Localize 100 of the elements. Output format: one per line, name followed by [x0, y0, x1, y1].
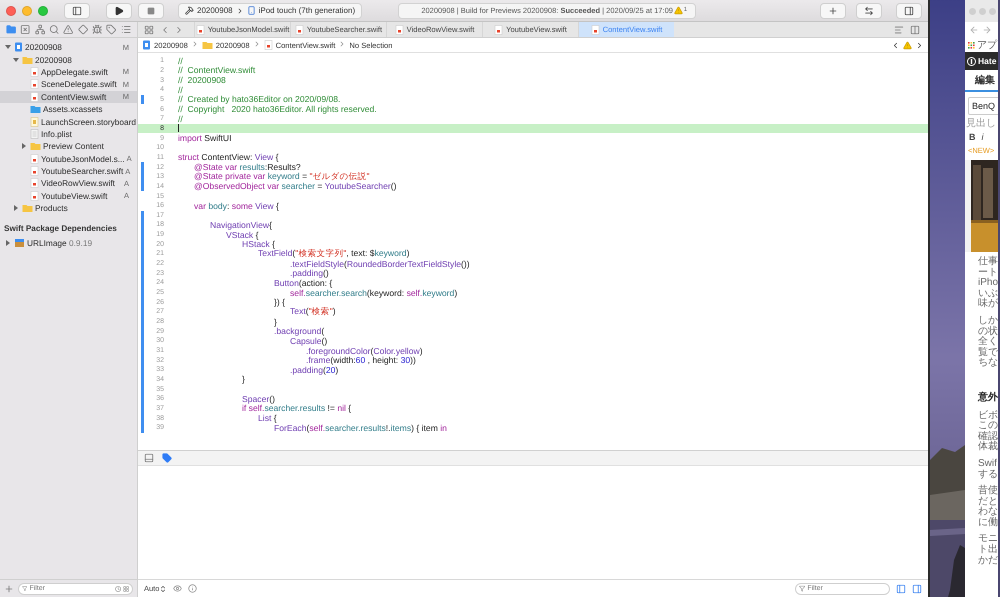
code-line: Button(action: {: [273, 278, 332, 288]
format-button[interactable]: i: [982, 132, 984, 142]
left-panel-icon[interactable]: [896, 584, 906, 594]
bug-icon[interactable]: [92, 24, 102, 35]
title-field[interactable]: BenQ: [968, 97, 998, 115]
paragraph-line: かだ: [978, 556, 998, 566]
code-line: .padding(): [289, 268, 329, 278]
code-line: .padding(20): [289, 364, 338, 375]
plus-icon: [828, 6, 838, 16]
forward-icon[interactable]: [982, 25, 992, 35]
back-icon[interactable]: [969, 25, 979, 35]
folder-icon[interactable]: [6, 24, 16, 35]
hammer-icon: [185, 6, 194, 15]
swift-file-icon: [30, 92, 39, 102]
paragraph-line: に働: [978, 518, 998, 528]
play-icon: [114, 6, 124, 16]
code-line: }: [273, 316, 277, 327]
navigator-item[interactable]: 20200908: [0, 53, 137, 66]
paragraph-line: の状: [978, 326, 998, 337]
code-line: Capsule(): [290, 336, 328, 346]
navigator-item[interactable]: Assets.xcassets: [0, 102, 137, 116]
swift-file-icon: [590, 24, 600, 34]
disclosure-triangle[interactable]: [14, 205, 18, 212]
navigator-item[interactable]: LaunchScreen.storyboard: [0, 115, 137, 128]
code-line: // 20200908: [178, 75, 226, 86]
previous-issue-icon[interactable]: [891, 40, 900, 50]
disclosure-triangle[interactable]: [5, 45, 11, 50]
code-line: VStack {: [226, 230, 258, 240]
bookmark-label[interactable]: アプ: [977, 38, 997, 52]
debug-area-toggle-icon[interactable]: [144, 453, 154, 463]
project-icon: [14, 42, 23, 52]
swift-file-icon: [30, 66, 39, 77]
editor-tab[interactable]: 編集: [965, 70, 998, 92]
close-button[interactable]: [6, 6, 16, 16]
code-line: // Created by hato36Editor on 2020/09/08.: [178, 94, 340, 104]
file-name: YoutubeJsonModel.s...: [41, 154, 125, 164]
code-line: if self.searcher.results != nil {: [241, 403, 352, 414]
run-button[interactable]: [106, 2, 132, 18]
phone-icon: [246, 6, 256, 15]
tag-icon[interactable]: [106, 24, 117, 35]
paragraph-line: 味が: [978, 299, 998, 310]
add-icon[interactable]: [4, 584, 14, 594]
next-issue-icon[interactable]: [915, 40, 924, 50]
format-button[interactable]: B: [969, 132, 976, 142]
code-line: self.searcher.search(keyword: self.keyword): [289, 288, 458, 298]
navigator-item[interactable]: Info.plist: [0, 128, 137, 140]
file-name: 20200908: [35, 54, 72, 65]
add-button[interactable]: [820, 2, 846, 18]
stop-button[interactable]: [138, 2, 164, 18]
grid-icon[interactable]: [122, 584, 129, 592]
eye-icon[interactable]: [173, 584, 182, 593]
navigator-item[interactable]: URLImage 0.9.19: [0, 236, 137, 249]
folder-icon: [22, 203, 33, 214]
navigator-item[interactable]: Preview Content: [0, 140, 137, 153]
warning-icon[interactable]: [63, 24, 74, 35]
swap-button[interactable]: [856, 2, 882, 18]
scheme-selector[interactable]: 20200908 iPod touch (7th generation): [178, 2, 362, 18]
search-icon[interactable]: [48, 24, 60, 35]
code-line: @State var results:Results?: [193, 162, 301, 172]
inspector-toggle-button[interactable]: [896, 2, 922, 18]
clock-icon[interactable]: [114, 584, 121, 592]
disclosure-triangle[interactable]: [22, 143, 26, 150]
code-line: @ObservedObject var searcher = YoutubeSearcher(): [193, 181, 396, 192]
file-name: VideoRowView.swift: [41, 178, 115, 188]
sidebar-toggle-button[interactable]: [64, 2, 90, 18]
file-name: URLImage 0.9.19: [27, 238, 92, 248]
code-line: Text("検索"): [289, 306, 336, 318]
code-line: }) {: [273, 297, 285, 308]
right-panel-icon[interactable]: [912, 584, 922, 594]
swift-file-icon: [394, 24, 404, 34]
swift-file-icon: [30, 154, 39, 164]
text-cursor: [178, 124, 179, 132]
x-square-icon[interactable]: [20, 24, 31, 35]
warning-icon[interactable]: [903, 40, 912, 50]
apps-grid-icon[interactable]: [968, 42, 975, 48]
navigator-item[interactable]: Products: [0, 202, 137, 214]
zoom-button[interactable]: [38, 6, 48, 16]
swift-file-icon: [294, 24, 304, 34]
code-line: Spacer(): [241, 394, 275, 404]
breakpoint-icon[interactable]: [162, 453, 172, 463]
sidebar-icon: [72, 6, 82, 16]
disclosure-triangle[interactable]: [6, 240, 10, 246]
code-line: ForEach(self.searcher.results!.items) { item in: [274, 422, 447, 433]
lines-icon[interactable]: [894, 24, 904, 34]
code-line: HStack {: [241, 239, 275, 250]
file-name: Assets.xcassets: [43, 104, 102, 114]
code-line: .background(: [273, 326, 324, 336]
info-icon[interactable]: [188, 584, 198, 593]
swift-file-icon: [196, 24, 205, 34]
project-icon: [142, 40, 151, 50]
hierarchy-icon[interactable]: [34, 24, 45, 35]
code-line: // ContentView.swift: [178, 65, 256, 76]
paragraph-line: しか: [978, 316, 998, 326]
diamond-icon[interactable]: [78, 24, 88, 35]
panel-icon: [904, 6, 914, 16]
split-editor-icon[interactable]: [910, 24, 920, 34]
code-line: //: [178, 84, 183, 95]
paragraph-line: モニ: [978, 534, 998, 544]
swift-file-icon: [30, 166, 39, 176]
grid-icon[interactable]: [144, 24, 154, 34]
